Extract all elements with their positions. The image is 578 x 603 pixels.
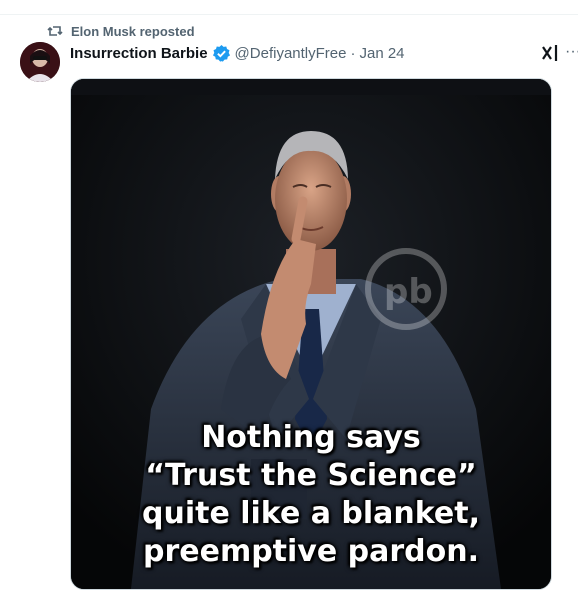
more-icon[interactable]: ··· bbox=[565, 42, 578, 62]
author-display-name[interactable]: Insurrection Barbie bbox=[70, 45, 208, 62]
post-image[interactable]: pb Nothing says “Trust the Science” quit… bbox=[70, 78, 552, 590]
caption-line: quite like a blanket, bbox=[141, 496, 481, 531]
grok-icon[interactable] bbox=[540, 43, 560, 63]
verified-badge-icon[interactable] bbox=[212, 44, 231, 63]
post-header: Insurrection Barbie @DefiyantlyFree · Ja… bbox=[70, 42, 405, 64]
caption-line: Nothing says bbox=[201, 420, 421, 455]
svg-text:pb: pb bbox=[384, 272, 433, 312]
repost-icon bbox=[47, 23, 63, 39]
repost-context[interactable]: Elon Musk reposted bbox=[47, 22, 195, 40]
caption-line: preemptive pardon. bbox=[142, 534, 480, 569]
repost-label[interactable]: Elon Musk reposted bbox=[71, 24, 195, 39]
caption-line: “Trust the Science” bbox=[145, 458, 477, 493]
avatar[interactable] bbox=[20, 42, 60, 82]
top-divider bbox=[0, 14, 578, 15]
separator-dot: · bbox=[350, 44, 356, 62]
author-handle[interactable]: @DefiyantlyFree bbox=[235, 45, 347, 62]
post-date[interactable]: Jan 24 bbox=[359, 45, 404, 62]
image-caption: Nothing says “Trust the Science” quite l… bbox=[71, 419, 551, 571]
